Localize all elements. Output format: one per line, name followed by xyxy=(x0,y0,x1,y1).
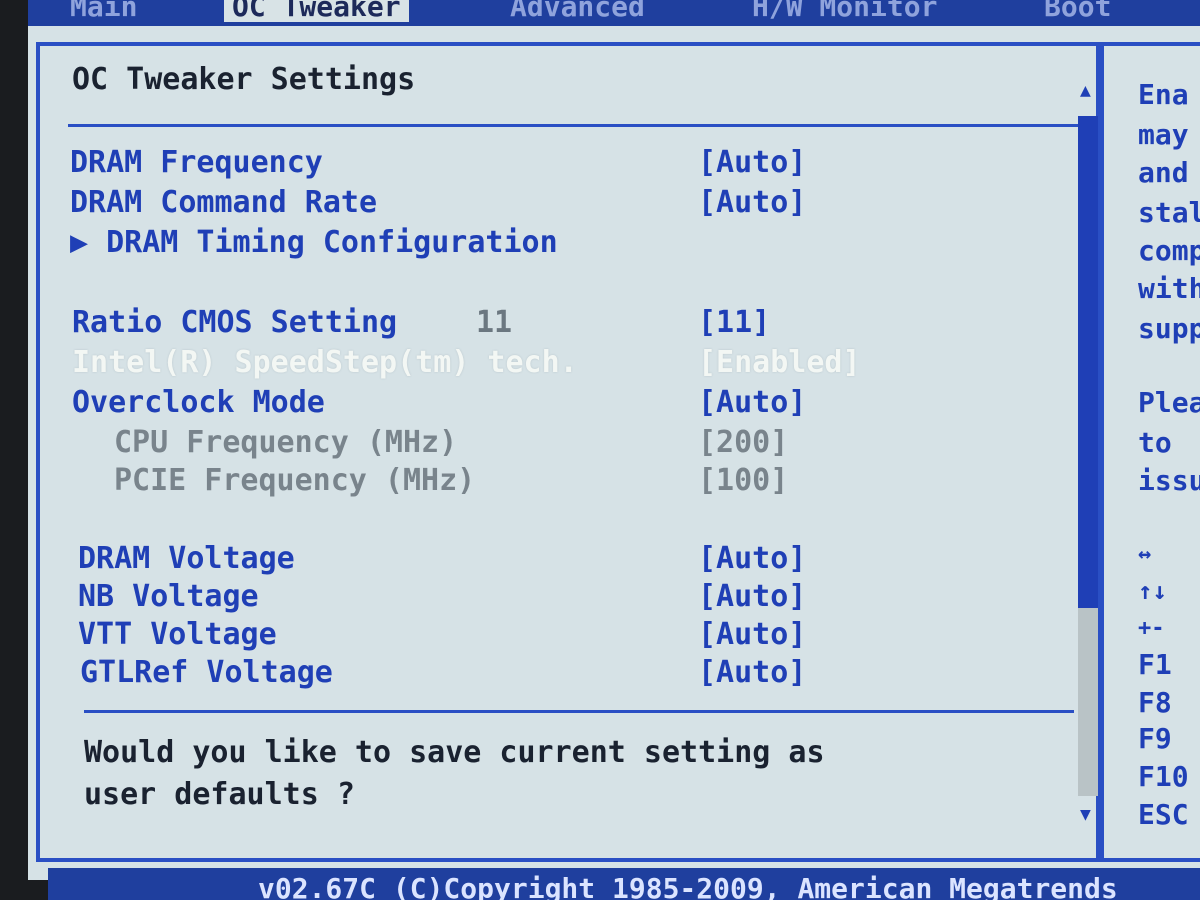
setting-value[interactable]: [Auto] xyxy=(698,616,806,654)
settings-panel: OC Tweaker Settings DRAM Frequency [Auto… xyxy=(36,42,1100,862)
page-title: OC Tweaker Settings xyxy=(72,62,416,97)
setting-cpu-frequency: CPU Frequency (MHz) [200] xyxy=(40,424,1040,462)
setting-label: GTLRef Voltage xyxy=(80,655,333,690)
help-line: issu xyxy=(1138,464,1200,497)
scroll-up-arrow-icon[interactable]: ▲ xyxy=(1080,80,1091,101)
setting-label: Overclock Mode xyxy=(72,385,325,420)
setting-label: DRAM Voltage xyxy=(78,541,295,576)
setting-value[interactable]: [Auto] xyxy=(698,384,806,422)
setting-label: Ratio CMOS Setting xyxy=(72,305,398,340)
f9-key: F9 xyxy=(1138,722,1172,755)
setting-label: DRAM Command Rate xyxy=(70,185,378,220)
f1-key: F1 xyxy=(1138,648,1172,681)
setting-label: CPU Frequency (MHz) xyxy=(114,425,458,460)
copyright-text: v02.67C (C)Copyright 1985-2009, American… xyxy=(258,872,1118,900)
tab-bar: Main OC Tweaker Advanced H/W Monitor Boo… xyxy=(0,0,1200,26)
setting-value[interactable]: [Auto] xyxy=(698,540,806,578)
help-divider xyxy=(84,710,1074,713)
setting-speedstep[interactable]: Intel(R) SpeedStep(tm) tech. [Enabled] xyxy=(40,344,1040,382)
f8-key: F8 xyxy=(1138,686,1172,719)
esc-key: ESC xyxy=(1138,798,1189,831)
setting-value: [200] xyxy=(698,425,789,460)
setting-overclock-mode[interactable]: Overclock Mode [Auto] xyxy=(40,384,1040,422)
setting-value[interactable]: [Auto] xyxy=(698,144,806,182)
help-line: comp xyxy=(1138,234,1200,267)
help-line: may xyxy=(1138,118,1189,151)
tab-hw-monitor[interactable]: H/W Monitor xyxy=(752,0,937,22)
help-line: stal xyxy=(1138,196,1200,229)
submenu-dram-timing-configuration[interactable]: ▶ DRAM Timing Configuration xyxy=(40,224,1040,262)
setting-label: VTT Voltage xyxy=(78,617,277,652)
left-right-arrows-icon: ↔ xyxy=(1138,542,1152,567)
setting-value: [100] xyxy=(698,463,789,498)
help-description: Would you like to save current setting a… xyxy=(84,735,825,812)
setting-value[interactable]: [11] xyxy=(698,304,770,342)
setting-ratio-cmos[interactable]: Ratio CMOS Setting 11 [11] xyxy=(40,304,1040,342)
monitor-bezel xyxy=(0,0,28,900)
setting-dram-voltage[interactable]: DRAM Voltage [Auto] xyxy=(40,540,1040,578)
item-help-panel: Ena may and stal comp with supp Plea to … xyxy=(1100,42,1200,862)
help-line: and xyxy=(1138,156,1189,189)
setting-pcie-frequency: PCIE Frequency (MHz) [100] xyxy=(40,462,1040,500)
help-line: supp xyxy=(1138,312,1200,345)
setting-gtlref-voltage[interactable]: GTLRef Voltage [Auto] xyxy=(40,654,1040,692)
tab-boot[interactable]: Boot xyxy=(1044,0,1111,22)
setting-value[interactable]: [Enabled] xyxy=(698,344,861,382)
help-line: Ena xyxy=(1138,78,1189,111)
setting-value[interactable]: [Auto] xyxy=(698,654,806,692)
tab-main[interactable]: Main xyxy=(70,0,137,22)
setting-dram-command-rate[interactable]: DRAM Command Rate [Auto] xyxy=(40,184,1040,222)
setting-vtt-voltage[interactable]: VTT Voltage [Auto] xyxy=(40,616,1040,654)
setting-label: PCIE Frequency (MHz) xyxy=(114,463,476,498)
setting-value[interactable]: [Auto] xyxy=(698,184,806,222)
setting-label: Intel(R) SpeedStep(tm) tech. xyxy=(72,345,578,380)
help-line: with xyxy=(1138,272,1200,305)
plus-minus-key: +- xyxy=(1138,616,1165,641)
setting-current-value: 11 xyxy=(476,305,513,340)
tab-advanced[interactable]: Advanced xyxy=(510,0,645,22)
title-divider xyxy=(68,124,1078,127)
help-line: Plea xyxy=(1138,386,1200,419)
setting-value[interactable]: [Auto] xyxy=(698,578,806,616)
help-line: to xyxy=(1138,426,1172,459)
scrollbar-track[interactable] xyxy=(1078,116,1098,796)
setting-nb-voltage[interactable]: NB Voltage [Auto] xyxy=(40,578,1040,616)
setting-dram-frequency[interactable]: DRAM Frequency [Auto] xyxy=(40,144,1040,182)
setting-label: DRAM Frequency xyxy=(70,145,323,180)
f10-key: F10 xyxy=(1138,760,1189,793)
up-down-arrows-icon: ↑↓ xyxy=(1138,577,1167,605)
tab-oc-tweaker[interactable]: OC Tweaker xyxy=(224,0,409,22)
scroll-down-arrow-icon[interactable]: ▼ xyxy=(1080,804,1091,825)
submenu-label: ▶ DRAM Timing Configuration xyxy=(70,225,558,260)
setting-label: NB Voltage xyxy=(78,579,259,614)
copyright-bar: v02.67C (C)Copyright 1985-2009, American… xyxy=(48,868,1200,900)
scrollbar-thumb[interactable] xyxy=(1078,116,1098,608)
